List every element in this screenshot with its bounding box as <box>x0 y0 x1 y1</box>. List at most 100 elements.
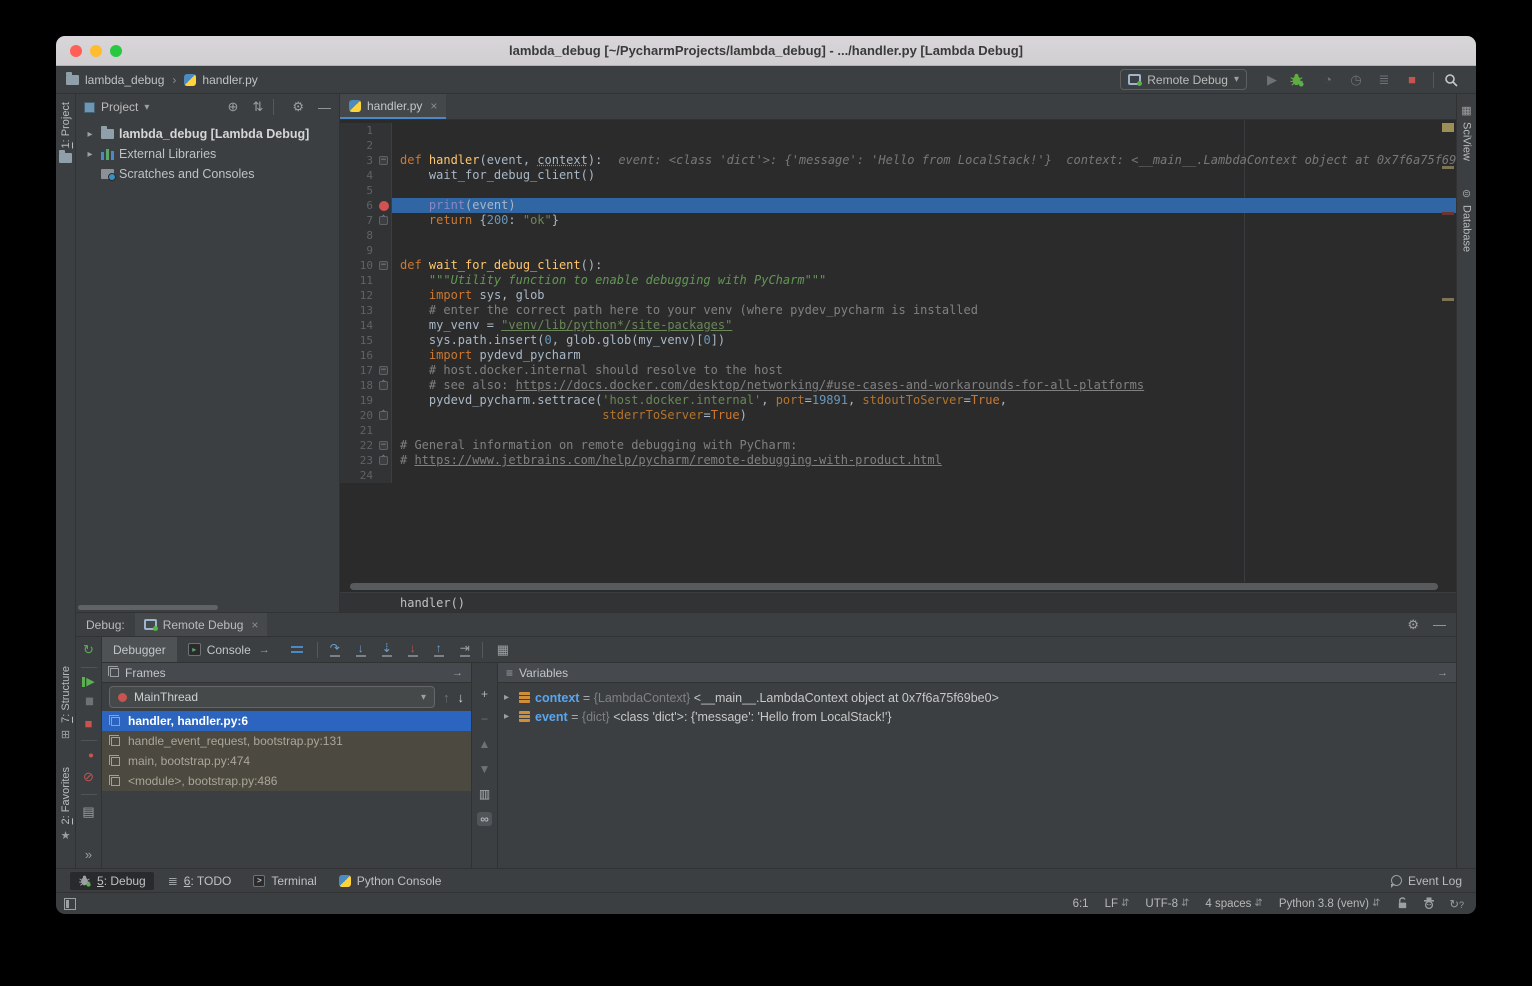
collapse-all-icon[interactable]: ⇅ <box>252 99 263 115</box>
zoom-window-button[interactable] <box>110 45 122 57</box>
gutter[interactable]: 12 <box>340 288 392 303</box>
stack-frame-row[interactable]: main, bootstrap.py:474 <box>102 751 471 771</box>
stack-frame-row[interactable]: <module>, bootstrap.py:486 <box>102 771 471 791</box>
run-configuration-select[interactable]: Remote Debug ▾ <box>1120 69 1247 90</box>
step-into-my-code-icon[interactable]: ⇣ <box>374 642 400 657</box>
stack-frame-row[interactable]: handle_event_request, bootstrap.py:131 <box>102 731 471 751</box>
gutter[interactable]: 4 <box>340 168 392 183</box>
stop-icon[interactable]: ■ <box>85 716 93 731</box>
code-line[interactable]: 13 # enter the correct path here to your… <box>340 303 1456 318</box>
gutter[interactable]: 15 <box>340 333 392 348</box>
move-watch-down-icon[interactable]: ▼ <box>479 762 491 776</box>
pin-panel-icon[interactable]: → <box>1437 667 1448 679</box>
layout-settings-icon[interactable]: ≡ <box>506 666 513 680</box>
event-log-button[interactable]: Event Log <box>1391 874 1462 888</box>
step-over-icon[interactable]: ↷ <box>322 642 348 657</box>
gutter[interactable]: 22− <box>340 438 392 453</box>
fold-end-icon[interactable]: ˆ <box>379 456 388 465</box>
view-breakpoints-icon[interactable]: ●● <box>88 750 89 760</box>
chevron-down-icon[interactable]: ▾ <box>144 102 149 113</box>
inspection-indicator[interactable] <box>1442 123 1454 132</box>
tool-stripe-2-favorites[interactable]: 2: Favorites★ <box>60 767 72 842</box>
project-hscrollbar[interactable] <box>76 603 339 612</box>
thread-select[interactable]: MainThread ▾ <box>109 686 435 708</box>
project-tree-item-lambda-debug-lambda-debug[interactable]: ▸lambda_debug [Lambda Debug] <box>76 124 339 144</box>
close-session-icon[interactable]: × <box>251 618 258 632</box>
fold-open-icon[interactable]: − <box>379 156 388 165</box>
code-line[interactable]: 12 import sys, glob <box>340 288 1456 303</box>
expand-arrow-icon[interactable]: ▸ <box>504 711 514 722</box>
run-button[interactable]: ▶ <box>1261 72 1283 88</box>
scrollbar-breakpoint-mark[interactable] <box>1442 212 1454 215</box>
code-line[interactable]: 10−def wait_for_debug_client(): <box>340 258 1456 273</box>
toolwindow-button-python-console[interactable]: Python Console <box>331 872 450 890</box>
tab-console[interactable]: ▸ Console → <box>177 637 281 662</box>
gutter[interactable]: 17− <box>340 363 392 378</box>
gutter[interactable]: 9 <box>340 243 392 258</box>
mute-breakpoints-icon[interactable]: ⊘ <box>83 769 94 785</box>
chevron-right-icon[interactable]: ▸ <box>84 149 96 160</box>
project-tree-item-scratches-and-consoles[interactable]: Scratches and Consoles <box>76 164 339 184</box>
remove-watch-icon[interactable]: − <box>481 712 488 726</box>
code-line[interactable]: 7ˆ return {200: "ok"} <box>340 213 1456 228</box>
scrollbar-warning-mark[interactable] <box>1442 298 1454 301</box>
code-line[interactable]: 3−def handler(event, context):event: <cl… <box>340 153 1456 168</box>
debug-button[interactable] <box>1289 72 1311 87</box>
code-area[interactable]: 123−def handler(event, context):event: <… <box>340 120 1456 582</box>
locate-file-icon[interactable]: ⊕ <box>228 99 239 115</box>
scrollbar-warning-mark[interactable] <box>1442 166 1454 169</box>
gutter[interactable]: 7ˆ <box>340 213 392 228</box>
fold-open-icon[interactable]: − <box>379 366 388 375</box>
code-line[interactable]: 20ˆ stderrToServer=True) <box>340 408 1456 423</box>
code-line[interactable]: 18ˆ # see also: https://docs.docker.com/… <box>340 378 1456 393</box>
toolwindow-button-debug[interactable]: 5: Debug <box>70 872 154 890</box>
status-segment-lf[interactable]: LF⇵ <box>1105 898 1130 910</box>
editor-tab-handler-py[interactable]: handler.py × <box>340 94 446 119</box>
toolwindow-button-terminal[interactable]: >Terminal <box>245 872 324 890</box>
show-watches-in-variables-icon[interactable]: ∞ <box>477 812 492 826</box>
status-segment-4-spaces[interactable]: 4 spaces⇵ <box>1205 898 1262 910</box>
hide-panel-icon[interactable]: — <box>1433 617 1446 633</box>
code-line[interactable]: 1 <box>340 123 1456 138</box>
more-actions-icon[interactable]: » <box>85 847 92 862</box>
toolwindow-button-todo[interactable]: ≣6: TODO <box>160 872 240 890</box>
breakpoint-icon[interactable] <box>379 201 389 211</box>
restore-layout-icon[interactable]: ▤ <box>82 804 94 820</box>
show-execution-point-icon[interactable] <box>291 646 303 648</box>
fold-open-icon[interactable]: − <box>379 261 388 270</box>
duplicate-watch-icon[interactable]: ▥ <box>479 787 490 801</box>
search-everywhere-button[interactable] <box>1444 73 1466 87</box>
pause-program-icon[interactable]: ▮▮ <box>85 696 92 707</box>
gutter[interactable]: 24 <box>340 468 392 483</box>
code-line[interactable]: 17− # host.docker.internal should resolv… <box>340 363 1456 378</box>
fold-end-icon[interactable]: ˆ <box>379 381 388 390</box>
tool-stripe-1-project[interactable]: 1: Project <box>59 102 72 163</box>
highlighting-level-icon[interactable] <box>1422 897 1436 910</box>
gutter[interactable]: 13 <box>340 303 392 318</box>
code-line[interactable]: 11 """Utility function to enable debuggi… <box>340 273 1456 288</box>
tool-stripe-database[interactable]: ⊜Database <box>1461 187 1473 252</box>
code-line[interactable]: 15 sys.path.insert(0, glob.glob(my_venv)… <box>340 333 1456 348</box>
close-window-button[interactable] <box>70 45 82 57</box>
code-line[interactable]: 8 <box>340 228 1456 243</box>
profiler-button[interactable]: ◷ <box>1345 72 1367 88</box>
pin-tab-icon[interactable]: → <box>259 644 270 656</box>
tab-debugger[interactable]: Debugger <box>102 637 177 662</box>
code-line[interactable]: 6 print(event) <box>340 198 1456 213</box>
gutter[interactable]: 10− <box>340 258 392 273</box>
chevron-right-icon[interactable]: ▸ <box>84 129 96 140</box>
project-panel-title[interactable]: Project <box>101 100 138 114</box>
code-line[interactable]: 4 wait_for_debug_client() <box>340 168 1456 183</box>
gutter[interactable]: 20ˆ <box>340 408 392 423</box>
code-line[interactable]: 14 my_venv = "venv/lib/python*/site-pack… <box>340 318 1456 333</box>
code-line[interactable]: 2 <box>340 138 1456 153</box>
tool-stripe-7-structure[interactable]: 7: Structure⊞ <box>60 666 72 741</box>
editor-breadcrumb[interactable]: handler() <box>340 592 1456 612</box>
breadcrumb-file[interactable]: handler.py <box>202 73 257 87</box>
step-out-icon[interactable]: ↑ <box>426 642 452 657</box>
gutter[interactable]: 19 <box>340 393 392 408</box>
minimize-window-button[interactable] <box>90 45 102 57</box>
project-tree-item-external-libraries[interactable]: ▸External Libraries <box>76 144 339 164</box>
coverage-button[interactable]: ◔ <box>1317 72 1339 87</box>
rerun-icon[interactable]: ↻ <box>83 642 94 658</box>
